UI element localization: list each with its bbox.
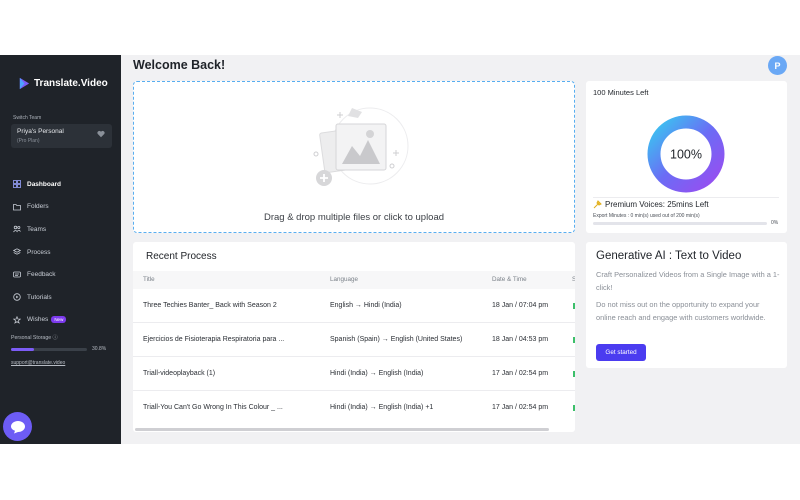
donut-percent-label: 100% [670, 148, 702, 162]
table-row[interactable]: Ejercicios de Fisioterapia Respiratoria … [133, 323, 575, 357]
upload-illustration-icon [313, 107, 409, 186]
sidebar-item-label: Tutorials [27, 293, 52, 301]
status-indicator [573, 337, 575, 343]
sidebar-item-wishes[interactable]: Wishes New [0, 309, 121, 332]
row-language: Spanish (Spain) → English (United States… [330, 336, 463, 343]
row-title: Ejercicios de Fisioterapia Respiratoria … [143, 336, 285, 343]
get-started-button[interactable]: Get started [596, 344, 646, 361]
chat-icon [10, 420, 25, 433]
wishes-icon [13, 315, 21, 324]
sidebar-item-label: Teams [27, 225, 47, 233]
heart-icon [97, 130, 105, 138]
dashboard-icon [13, 180, 21, 189]
premium-voice-icon [593, 200, 602, 209]
sidebar-item-folders[interactable]: Folders [0, 196, 121, 219]
status-indicator [573, 405, 575, 411]
row-title: Triall-videoplayback (1) [143, 370, 216, 377]
upload-instructions: Drag & drop multiple files or click to u… [263, 212, 445, 223]
table-row[interactable]: Triall-You Can't Go Wrong In This Colour… [133, 391, 575, 425]
avatar[interactable]: P [768, 56, 787, 75]
row-datetime: 17 Jan / 02:54 pm [492, 370, 549, 377]
table-row[interactable]: Triall-videoplayback (1) Hindi (India) →… [133, 357, 575, 391]
brand-logo[interactable]: Translate.Video [18, 77, 108, 90]
team-plan: (Pro Plan) [17, 138, 40, 144]
premium-voices-row: Premium Voices: 25mins Left [593, 197, 779, 209]
premium-voices-text: Premium Voices: 25mins Left [605, 200, 709, 209]
minutes-donut-chart: 100% [647, 115, 725, 193]
column-header-status[interactable]: S [572, 276, 575, 283]
storage-label: Personal Storage ⓘ [11, 335, 58, 341]
minutes-card: 100 Minutes Left 100% Premium Voices: 25… [586, 81, 787, 233]
folder-icon [13, 203, 21, 211]
play-logo-icon [19, 77, 30, 90]
app-shell: Translate.Video Switch Team Priya's Pers… [0, 55, 800, 444]
status-indicator [573, 303, 575, 309]
teams-icon [13, 226, 21, 233]
horizontal-scrollbar[interactable] [135, 428, 549, 431]
generative-ai-card: Generative AI : Text to Video Craft Pers… [586, 242, 787, 368]
row-datetime: 18 Jan / 04:53 pm [492, 336, 549, 343]
process-icon [13, 248, 21, 255]
row-datetime: 18 Jan / 07:04 pm [492, 302, 549, 309]
row-title: Triall-You Can't Go Wrong In This Colour… [143, 404, 283, 411]
row-title: Three Techies Banter_ Back with Season 2 [143, 302, 277, 309]
column-header-title[interactable]: Title [143, 276, 155, 283]
storage-percent: 30.8% [92, 346, 107, 352]
sidebar: Translate.Video Switch Team Priya's Pers… [0, 55, 121, 444]
chat-widget-button[interactable] [3, 412, 32, 441]
genai-description: Craft Personalized Videos from a Single … [596, 269, 780, 329]
sidebar-item-dashboard[interactable]: Dashboard [0, 173, 121, 196]
minutes-left-title: 100 Minutes Left [593, 88, 649, 97]
storage-progress-bar [11, 348, 87, 351]
status-indicator [573, 371, 575, 377]
sidebar-item-process[interactable]: Process [0, 241, 121, 264]
storage-progress-fill [11, 348, 35, 351]
sidebar-item-feedback[interactable]: Feedback [0, 263, 121, 286]
feedback-icon [13, 271, 21, 278]
genai-description-line: Do not miss out on the opportunity to ex… [596, 300, 766, 322]
sidebar-nav: Dashboard Folders Teams Process Feedback… [0, 173, 121, 331]
export-percent: 0% [771, 220, 779, 226]
row-language: English → Hindi (India) [330, 302, 402, 309]
sidebar-item-tutorials[interactable]: Tutorials [0, 286, 121, 309]
upload-dropzone[interactable]: Drag & drop multiple files or click to u… [133, 81, 575, 233]
export-minutes-text: Export Minutes : 0 min(s) used out of 20… [593, 213, 700, 219]
sidebar-item-label: Wishes [27, 316, 49, 324]
row-datetime: 17 Jan / 02:54 pm [492, 404, 549, 411]
column-header-language[interactable]: Language [330, 276, 358, 283]
recent-process-card: Recent Process Title Language Date & Tim… [133, 242, 575, 432]
sidebar-item-label: Dashboard [27, 180, 61, 188]
tutorials-icon [13, 293, 21, 301]
new-badge: New [51, 316, 67, 324]
team-name: Priya's Personal [17, 128, 64, 135]
genai-description-line: Craft Personalized Videos from a Single … [596, 270, 780, 292]
sidebar-item-label: Feedback [27, 271, 56, 279]
table-header: Title Language Date & Time S [133, 271, 575, 289]
sidebar-item-label: Folders [27, 203, 49, 211]
sidebar-item-teams[interactable]: Teams [0, 218, 121, 241]
recent-process-title: Recent Process [146, 251, 217, 262]
switch-team-label: Switch Team [13, 115, 42, 121]
genai-title: Generative AI : Text to Video [596, 250, 742, 262]
support-email-link[interactable]: support@translate.video [11, 360, 65, 366]
column-header-datetime[interactable]: Date & Time [492, 276, 527, 283]
table-row[interactable]: Three Techies Banter_ Back with Season 2… [133, 289, 575, 323]
export-progress-bar [593, 222, 767, 225]
brand-name: Translate.Video [34, 78, 108, 89]
row-language: Hindi (India) → English (India) [330, 370, 424, 377]
page-title: Welcome Back! [133, 58, 226, 72]
row-language: Hindi (India) → English (India) +1 [330, 404, 434, 411]
sidebar-item-label: Process [27, 248, 51, 256]
team-switcher[interactable]: Priya's Personal (Pro Plan) [11, 124, 112, 148]
